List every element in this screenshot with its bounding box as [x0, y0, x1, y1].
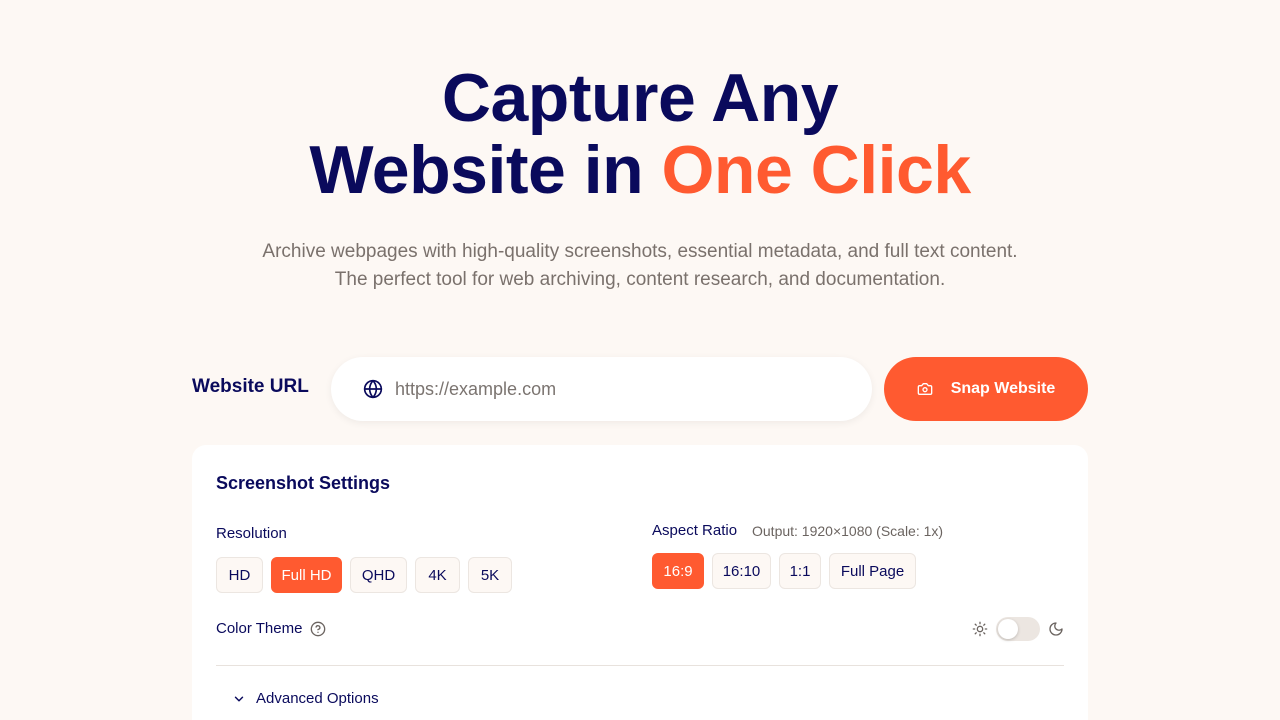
url-input[interactable] [395, 378, 835, 400]
resolution-option-hd[interactable]: HD [216, 557, 263, 593]
aspect-option-16-10[interactable]: 16:10 [712, 553, 771, 589]
hero-title-line2-prefix: Website in [309, 132, 662, 208]
resolution-option-qhd[interactable]: QHD [350, 557, 407, 593]
aspect-option-1-1[interactable]: 1:1 [779, 553, 821, 589]
aspect-option-full-page[interactable]: Full Page [829, 553, 916, 589]
output-note: Output: 1920×1080 (Scale: 1x) [752, 523, 944, 539]
hero-subtitle: Archive webpages with high-quality scree… [0, 238, 1280, 294]
aspect-option-label: 16:10 [722, 562, 761, 580]
snap-website-button[interactable]: Snap Website [884, 357, 1088, 421]
sun-icon [972, 621, 988, 637]
resolution-option-label: 4K [428, 566, 447, 584]
settings-title: Screenshot Settings [216, 473, 391, 493]
url-input-container[interactable] [331, 357, 872, 421]
resolution-option-label: QHD [361, 566, 396, 584]
globe-icon [363, 379, 383, 399]
resolution-option-5k[interactable]: 5K [468, 557, 512, 593]
hero-title-accent: One Click [661, 132, 972, 208]
theme-toggle-knob [998, 619, 1018, 639]
subtitle-line1: Archive webpages with high-quality scree… [262, 241, 1018, 262]
aspect-ratio-label: Aspect Ratio [652, 522, 738, 539]
aspect-option-label: 16:9 [663, 562, 693, 580]
resolution-option-4k[interactable]: 4K [415, 557, 460, 593]
hero-title: Capture Any Website in One Click [0, 62, 1280, 206]
settings-divider [216, 665, 1064, 666]
resolution-option-label: HD [228, 566, 251, 584]
advanced-options-label: Advanced Options [256, 690, 379, 707]
resolution-option-label: Full HD [281, 566, 332, 584]
aspect-option-label: 1:1 [789, 562, 811, 580]
snap-website-label: Snap Website [950, 380, 1056, 397]
help-circle-icon[interactable] [310, 621, 326, 637]
screenshot-settings-card: Screenshot Settings Resolution HD Full H… [192, 445, 1088, 720]
resolution-label: Resolution [216, 525, 287, 542]
theme-toggle[interactable] [996, 617, 1040, 641]
aspect-option-16-9[interactable]: 16:9 [652, 553, 704, 589]
url-label: Website URL [192, 376, 309, 397]
aspect-option-label: Full Page [840, 562, 905, 580]
camera-icon [917, 381, 933, 397]
color-theme-label: Color Theme [216, 620, 303, 637]
resolution-option-label: 5K [480, 566, 500, 584]
resolution-option-full-hd[interactable]: Full HD [271, 557, 342, 593]
advanced-options-toggle[interactable]: Advanced Options [232, 690, 379, 707]
hero-title-line1: Capture Any [441, 60, 839, 136]
chevron-down-icon [232, 692, 246, 706]
moon-icon [1048, 621, 1064, 637]
subtitle-line2: The perfect tool for web archiving, cont… [334, 269, 946, 290]
